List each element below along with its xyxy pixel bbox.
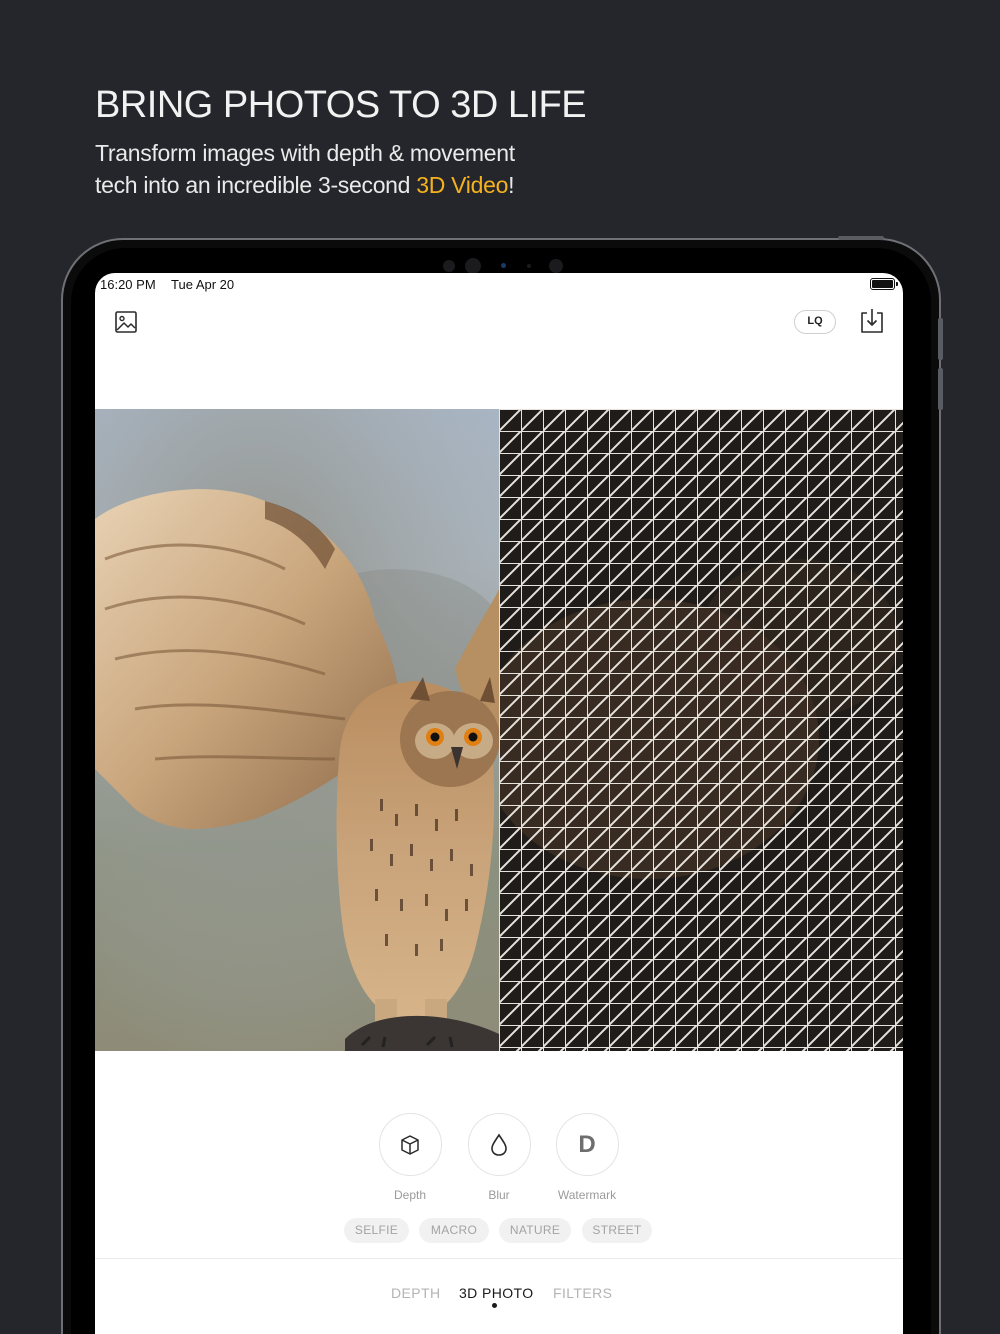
tool-blur-label: Blur [488,1188,510,1202]
camera-dot-2 [549,259,563,273]
promo-subline: Transform images with depth & movement t… [95,137,615,201]
tab-filters[interactable]: FILTERS [553,1285,612,1301]
tool-watermark-label: Watermark [557,1188,617,1202]
app-screen: 16:20 PM Tue Apr 20 LQ Depth Blur D Wate… [95,273,903,1334]
promo-subline-1: Transform images with depth & movement [95,140,515,166]
tab-3d-photo[interactable]: 3D PHOTO [459,1285,534,1301]
camera-dot [443,260,455,272]
promo-headline: BRING PHOTOS TO 3D LIFE [95,84,587,126]
download-icon[interactable] [859,307,885,335]
quality-toggle-button[interactable]: LQ [794,310,836,334]
chip-street[interactable]: STREET [582,1218,652,1243]
promo-subline-2-suffix: ! [508,172,515,198]
tool-watermark[interactable]: D Watermark [555,1113,619,1202]
battery-full-icon [870,278,898,290]
status-date: Tue Apr 20 [171,277,235,292]
chip-selfie[interactable]: SELFIE [344,1218,409,1243]
letter-d-icon[interactable]: D [555,1113,619,1176]
power-button [838,236,884,240]
image-gallery-icon[interactable] [113,309,139,335]
sensor-dot-2 [527,264,531,268]
tool-depth-label: Depth [393,1188,427,1202]
photo-viewer[interactable] [95,409,903,1051]
watermark-glyph: D [578,1130,596,1158]
status-bar: 16:20 PM Tue Apr 20 [95,273,903,295]
depth-mesh-overlay [499,409,903,1051]
volume-down-button [938,368,943,410]
promo-subline-2-prefix: tech into an incredible 3-second [95,172,417,198]
status-time: 16:20 PM [100,277,156,292]
active-tab-indicator [492,1303,497,1308]
cube-icon[interactable] [378,1113,442,1176]
chip-macro[interactable]: MACRO [419,1218,489,1243]
tab-divider [95,1258,903,1259]
owl-photo [95,409,499,1051]
tool-depth[interactable]: Depth [378,1113,442,1202]
volume-up-button [938,318,943,360]
tool-blur[interactable]: Blur [467,1113,531,1202]
chip-nature[interactable]: NATURE [499,1218,571,1243]
sensor-dot [501,263,506,268]
camera-lens [465,258,481,274]
tab-depth[interactable]: DEPTH [391,1285,440,1301]
drop-icon[interactable] [467,1113,531,1176]
promo-accent-text: 3D Video [416,172,509,198]
